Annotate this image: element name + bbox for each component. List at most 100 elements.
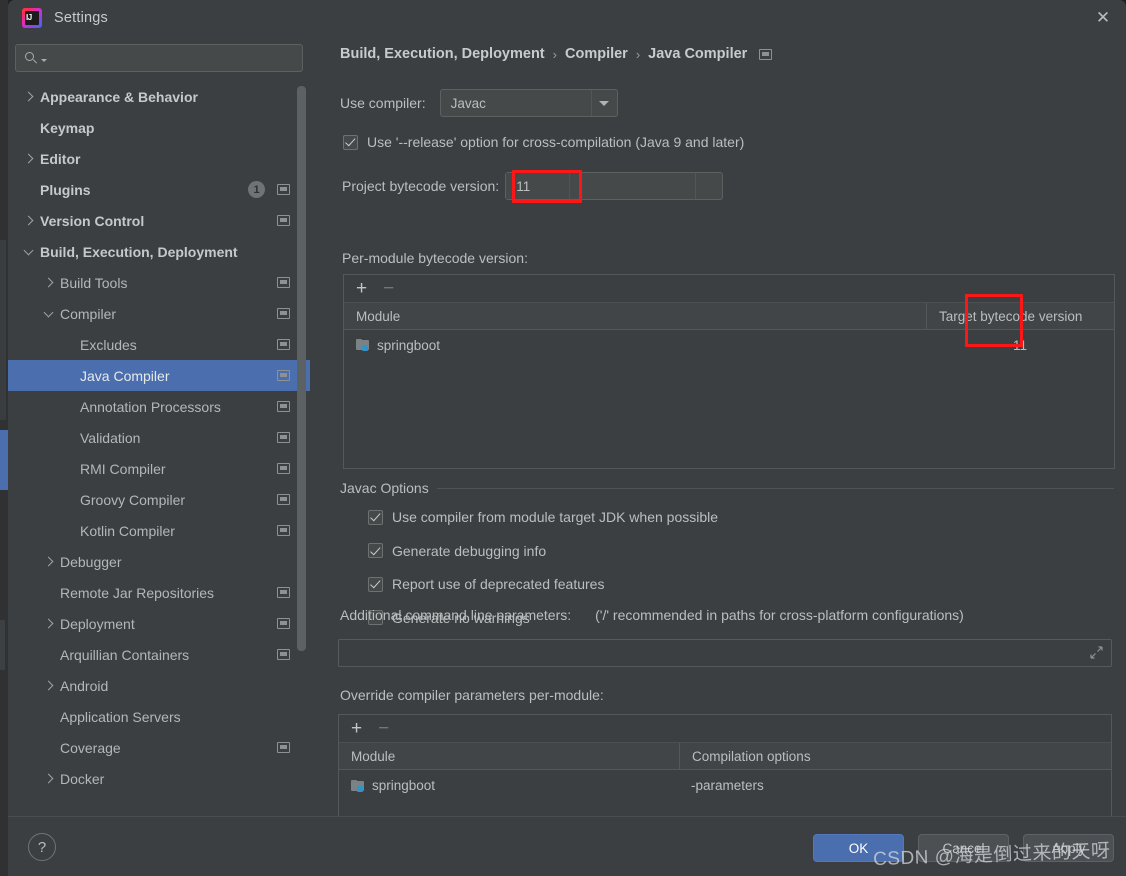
- sidebar-scrollbar-thumb[interactable]: [297, 86, 306, 651]
- column-header-module[interactable]: Module: [339, 743, 679, 769]
- background-sliver-1: [0, 240, 6, 420]
- release-option-row[interactable]: Use '--release' option for cross-compila…: [343, 134, 744, 150]
- sidebar-item-java-compiler[interactable]: Java Compiler: [8, 360, 310, 391]
- project-settings-icon: [277, 370, 290, 381]
- background-edge-strip: [0, 0, 8, 876]
- use-compiler-select[interactable]: Javac: [439, 89, 618, 117]
- remove-override-button[interactable]: −: [378, 719, 389, 738]
- javac-option-label: Use compiler from module target JDK when…: [392, 509, 719, 525]
- sidebar-item-rmi-compiler[interactable]: RMI Compiler: [8, 453, 310, 484]
- sidebar-item-debugger[interactable]: Debugger: [8, 546, 310, 577]
- apply-button[interactable]: Apply: [1023, 834, 1114, 862]
- help-button[interactable]: ?: [28, 833, 56, 861]
- sidebar-item-docker[interactable]: Docker: [8, 763, 310, 794]
- sidebar-item-label: Compiler: [60, 305, 117, 322]
- sidebar-item-compiler[interactable]: Compiler: [8, 298, 310, 329]
- sidebar-item-coverage[interactable]: Coverage: [8, 732, 310, 763]
- column-header-target-bytecode-version[interactable]: Target bytecode version: [926, 303, 1114, 329]
- table-row[interactable]: springboot -parameters: [339, 770, 1111, 801]
- project-settings-icon: [277, 742, 290, 753]
- cell-target-bytecode-version[interactable]: 11: [926, 330, 1114, 360]
- column-header-compilation-options[interactable]: Compilation options: [679, 743, 1111, 769]
- table-row[interactable]: springboot 11: [344, 330, 1114, 360]
- breadcrumb-item-3[interactable]: Java Compiler: [648, 46, 747, 62]
- add-override-button[interactable]: +: [351, 719, 362, 738]
- sidebar-item-arquillian-containers[interactable]: Arquillian Containers: [8, 639, 310, 670]
- project-bytecode-row: Project bytecode version: 11: [342, 172, 724, 200]
- search-input[interactable]: [47, 49, 302, 67]
- remove-module-button[interactable]: −: [383, 279, 394, 298]
- search-wrapper: [8, 36, 310, 72]
- javac-option-checkbox[interactable]: [368, 576, 383, 592]
- chevron-right-icon[interactable]: [22, 214, 36, 228]
- sidebar-item-deployment[interactable]: Deployment: [8, 608, 310, 639]
- intellij-idea-logo-icon: IJ: [22, 8, 42, 28]
- sidebar-item-excludes[interactable]: Excludes: [8, 329, 310, 360]
- sidebar-item-build-execution-deployment[interactable]: Build, Execution, Deployment: [8, 236, 310, 267]
- chevron-right-icon[interactable]: [42, 555, 56, 569]
- sidebar-item-editor[interactable]: Editor: [8, 143, 310, 174]
- bytecode-table-panel: + − Module Target bytecode version sprin…: [343, 274, 1115, 469]
- sidebar-item-validation[interactable]: Validation: [8, 422, 310, 453]
- javac-option-checkbox[interactable]: [368, 543, 383, 558]
- breadcrumb-item-2[interactable]: Compiler: [565, 46, 628, 62]
- sidebar-scrollbar[interactable]: [297, 36, 306, 766]
- chevron-right-icon[interactable]: [42, 276, 56, 290]
- module-name: springboot: [372, 778, 436, 793]
- chevron-right-icon[interactable]: [22, 152, 36, 166]
- override-table-toolbar: + −: [339, 715, 1111, 743]
- sidebar-item-plugins[interactable]: Plugins 1: [8, 174, 310, 205]
- sidebar-item-keymap[interactable]: Keymap: [8, 112, 310, 143]
- javac-option-row[interactable]: Use compiler from module target JDK when…: [368, 509, 718, 525]
- project-settings-icon: [277, 432, 290, 443]
- per-module-bytecode-label: Per-module bytecode version:: [342, 250, 528, 266]
- breadcrumb-separator-icon: ›: [552, 46, 557, 62]
- breadcrumb-item-1[interactable]: Build, Execution, Deployment: [340, 46, 545, 62]
- additional-params-input[interactable]: [338, 639, 1112, 667]
- override-table-header: Module Compilation options: [339, 743, 1111, 770]
- chevron-right-icon[interactable]: [42, 617, 56, 631]
- javac-option-checkbox[interactable]: [368, 509, 383, 525]
- sidebar-item-remote-jar-repositories[interactable]: Remote Jar Repositories: [8, 577, 310, 608]
- ok-button[interactable]: OK: [813, 834, 904, 862]
- cell-module: springboot: [339, 770, 679, 801]
- sidebar-item-android[interactable]: Android: [8, 670, 310, 701]
- additional-params-label: Additional command line parameters:: [340, 607, 572, 623]
- sidebar-item-label: Coverage: [60, 739, 121, 756]
- sidebar-item-version-control[interactable]: Version Control: [8, 205, 310, 236]
- project-bytecode-select[interactable]: 11: [505, 172, 724, 200]
- cell-compilation-options[interactable]: -parameters: [679, 770, 1111, 801]
- chevron-down-icon[interactable]: [695, 173, 722, 199]
- sidebar-item-appearance-behavior[interactable]: Appearance & Behavior: [8, 81, 310, 112]
- sidebar-item-application-servers[interactable]: Application Servers: [8, 701, 310, 732]
- chevron-right-icon[interactable]: [42, 772, 56, 786]
- search-box[interactable]: [15, 44, 303, 72]
- column-header-module[interactable]: Module: [344, 303, 926, 329]
- expand-icon[interactable]: [1090, 646, 1103, 659]
- project-bytecode-value[interactable]: 11: [506, 173, 571, 199]
- sidebar-item-label: Build Tools: [60, 274, 128, 291]
- sidebar-item-kotlin-compiler[interactable]: Kotlin Compiler: [8, 515, 310, 546]
- chevron-down-icon[interactable]: [22, 245, 36, 259]
- chevron-right-icon[interactable]: [22, 90, 36, 104]
- sidebar-item-label: Annotation Processors: [80, 398, 221, 415]
- background-sliver-3: [0, 620, 5, 670]
- release-option-label: Use '--release' option for cross-compila…: [367, 134, 745, 150]
- sidebar-item-annotation-processors[interactable]: Annotation Processors: [8, 391, 310, 422]
- release-option-checkbox[interactable]: [343, 134, 358, 150]
- javac-option-row[interactable]: Report use of deprecated features: [368, 576, 604, 592]
- project-settings-icon: [759, 48, 773, 60]
- sidebar-item-build-tools[interactable]: Build Tools: [8, 267, 310, 298]
- chevron-down-icon[interactable]: [42, 307, 56, 321]
- project-settings-icon: [277, 494, 290, 505]
- add-module-button[interactable]: +: [356, 279, 367, 298]
- javac-option-row[interactable]: Generate debugging info: [368, 543, 546, 559]
- chevron-right-icon[interactable]: [42, 679, 56, 693]
- cancel-button[interactable]: Cancel: [918, 834, 1009, 862]
- sidebar-item-groovy-compiler[interactable]: Groovy Compiler: [8, 484, 310, 515]
- close-icon[interactable]: ✕: [1080, 0, 1126, 34]
